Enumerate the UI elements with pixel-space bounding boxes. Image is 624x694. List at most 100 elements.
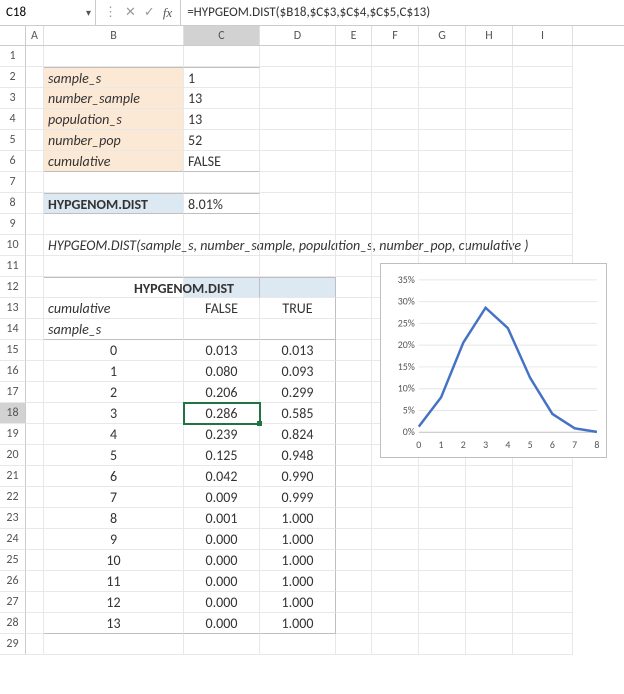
- cell[interactable]: [336, 361, 372, 382]
- cell[interactable]: [336, 382, 372, 403]
- cell[interactable]: [513, 592, 573, 613]
- cell[interactable]: [260, 151, 336, 172]
- cell[interactable]: [419, 613, 466, 634]
- cell[interactable]: sample_s: [44, 67, 184, 88]
- cell[interactable]: 0.000: [184, 550, 260, 571]
- row-header[interactable]: 25: [0, 550, 26, 571]
- cell[interactable]: 1.000: [260, 571, 336, 592]
- cell[interactable]: [336, 340, 372, 361]
- cell[interactable]: [336, 634, 372, 655]
- cell[interactable]: [336, 403, 372, 424]
- cell[interactable]: [336, 46, 372, 67]
- col-header-i[interactable]: I: [513, 26, 573, 45]
- cell[interactable]: 0.999: [260, 487, 336, 508]
- cell[interactable]: [26, 550, 44, 571]
- cell[interactable]: [419, 571, 466, 592]
- cell[interactable]: [513, 88, 573, 109]
- cancel-icon[interactable]: ✕: [125, 5, 136, 20]
- row-header[interactable]: 26: [0, 571, 26, 592]
- cell[interactable]: [26, 319, 44, 340]
- cell[interactable]: [26, 508, 44, 529]
- cell[interactable]: [513, 571, 573, 592]
- cell[interactable]: [260, 130, 336, 151]
- cell[interactable]: 0.824: [260, 424, 336, 445]
- cell[interactable]: [372, 151, 419, 172]
- cell[interactable]: 11: [44, 571, 184, 592]
- cell[interactable]: [26, 571, 44, 592]
- cell[interactable]: [466, 508, 513, 529]
- cell[interactable]: [26, 88, 44, 109]
- cell[interactable]: [419, 193, 466, 214]
- col-header-e[interactable]: E: [336, 26, 372, 45]
- cell[interactable]: 0.042: [184, 466, 260, 487]
- cell[interactable]: [336, 130, 372, 151]
- cell[interactable]: [372, 109, 419, 130]
- cell[interactable]: [466, 466, 513, 487]
- row-header[interactable]: 19: [0, 424, 26, 445]
- cell[interactable]: [372, 550, 419, 571]
- cell[interactable]: [466, 214, 513, 235]
- cell[interactable]: 0.948: [260, 445, 336, 466]
- formula-bar[interactable]: =HYPGEOM.DIST($B18,$C$3,$C$4,$C$5,C$13): [181, 5, 624, 20]
- cell[interactable]: [260, 67, 336, 88]
- cell[interactable]: [372, 529, 419, 550]
- cell[interactable]: [513, 508, 573, 529]
- cell[interactable]: [336, 319, 372, 340]
- cell[interactable]: [26, 277, 44, 298]
- cell[interactable]: [419, 508, 466, 529]
- row-header[interactable]: 14: [0, 319, 26, 340]
- cell[interactable]: [336, 256, 372, 277]
- cell[interactable]: HYPGENOM.DIST: [184, 277, 260, 298]
- cell[interactable]: [260, 319, 336, 340]
- cell[interactable]: 9: [44, 529, 184, 550]
- cell[interactable]: [26, 487, 44, 508]
- cell[interactable]: [44, 172, 184, 193]
- cell[interactable]: [419, 634, 466, 655]
- cell[interactable]: [419, 151, 466, 172]
- cell[interactable]: [513, 214, 573, 235]
- cell[interactable]: 0.000: [184, 592, 260, 613]
- select-all-corner[interactable]: [0, 26, 26, 45]
- cell[interactable]: [466, 592, 513, 613]
- cell[interactable]: [513, 235, 573, 256]
- cell[interactable]: FALSE: [184, 298, 260, 319]
- cell[interactable]: [26, 592, 44, 613]
- cell[interactable]: 1.000: [260, 550, 336, 571]
- cell[interactable]: [513, 46, 573, 67]
- cell[interactable]: [260, 193, 336, 214]
- cell[interactable]: [260, 235, 336, 256]
- col-header-h[interactable]: H: [466, 26, 513, 45]
- cell[interactable]: [336, 235, 372, 256]
- cell[interactable]: [419, 466, 466, 487]
- cell[interactable]: [26, 235, 44, 256]
- cell[interactable]: [336, 67, 372, 88]
- cell[interactable]: 12: [44, 592, 184, 613]
- cell[interactable]: 1.000: [260, 529, 336, 550]
- cell[interactable]: [184, 214, 260, 235]
- cell[interactable]: 0.239: [184, 424, 260, 445]
- cell[interactable]: [26, 340, 44, 361]
- cell[interactable]: [513, 67, 573, 88]
- cell[interactable]: FALSE: [184, 151, 260, 172]
- cell[interactable]: [184, 46, 260, 67]
- cell[interactable]: [513, 109, 573, 130]
- cell[interactable]: number_sample: [44, 88, 184, 109]
- cell[interactable]: [26, 151, 44, 172]
- cell[interactable]: [419, 214, 466, 235]
- cell[interactable]: 13: [44, 613, 184, 634]
- result-value[interactable]: 8.01%: [184, 193, 260, 214]
- row-header[interactable]: 17: [0, 382, 26, 403]
- cell[interactable]: [372, 634, 419, 655]
- cell[interactable]: 0.125: [184, 445, 260, 466]
- cell[interactable]: [513, 634, 573, 655]
- cell[interactable]: [26, 298, 44, 319]
- row-header[interactable]: 23: [0, 508, 26, 529]
- cell[interactable]: [466, 613, 513, 634]
- cell[interactable]: [513, 130, 573, 151]
- row-header[interactable]: 21: [0, 466, 26, 487]
- cell[interactable]: [336, 508, 372, 529]
- cell[interactable]: [419, 46, 466, 67]
- cell[interactable]: [336, 424, 372, 445]
- cell[interactable]: [372, 88, 419, 109]
- cell[interactable]: [336, 487, 372, 508]
